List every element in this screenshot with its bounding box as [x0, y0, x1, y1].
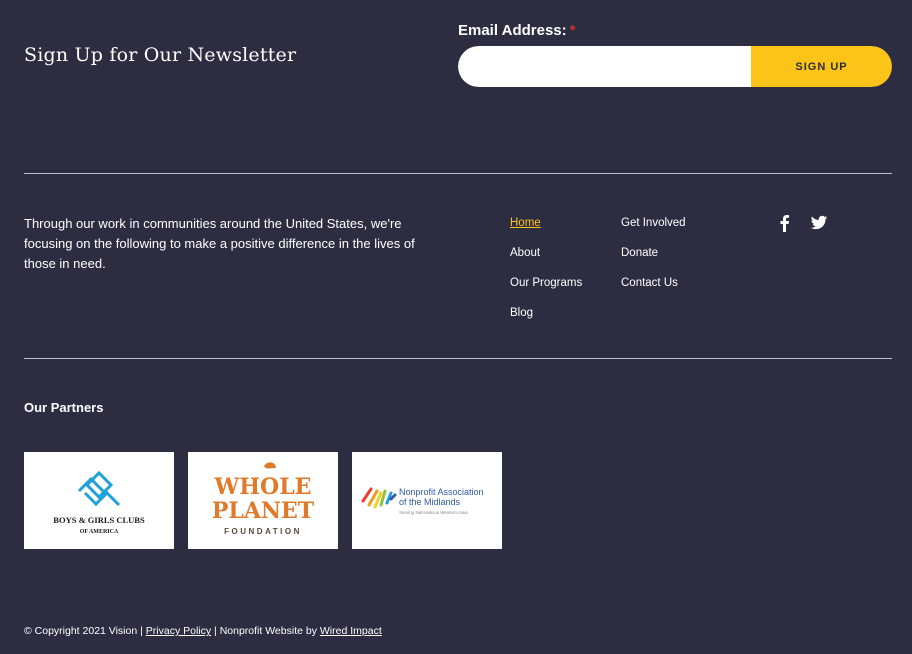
- nav-home[interactable]: Home: [510, 215, 582, 245]
- svg-text:FOUNDATION: FOUNDATION: [224, 527, 302, 536]
- nav-our-programs[interactable]: Our Programs: [510, 275, 582, 305]
- newsletter-title: Sign Up for Our Newsletter: [24, 44, 297, 66]
- email-input[interactable]: [458, 46, 751, 87]
- divider: [24, 358, 892, 359]
- whole-planet-logo[interactable]: WHOLE PLANET FOUNDATION: [188, 452, 338, 549]
- nonprofit-association-logo[interactable]: Nonprofit Association of the Midlands Se…: [352, 452, 502, 549]
- partners-title: Our Partners: [24, 400, 104, 415]
- nav-get-involved[interactable]: Get Involved: [621, 215, 686, 245]
- nav-about[interactable]: About: [510, 245, 582, 275]
- wired-impact-link[interactable]: Wired Impact: [320, 625, 382, 637]
- svg-text:of the Midlands: of the Midlands: [399, 497, 461, 507]
- nav-blog[interactable]: Blog: [510, 305, 582, 335]
- newsletter-form: SIGN UP: [458, 46, 892, 87]
- svg-text:BOYS & GIRLS CLUBS: BOYS & GIRLS CLUBS: [53, 515, 145, 525]
- privacy-policy-link[interactable]: Privacy Policy: [146, 625, 211, 637]
- svg-text:OF AMERICA: OF AMERICA: [80, 529, 119, 535]
- nav-donate[interactable]: Donate: [621, 245, 686, 275]
- svg-text:Serving Nebraska & Western Iow: Serving Nebraska & Western Iowa: [399, 510, 468, 515]
- twitter-icon[interactable]: [810, 214, 828, 232]
- mission-text: Through our work in communities around t…: [24, 216, 415, 271]
- email-label-text: Email Address:: [458, 22, 567, 39]
- footer-nav-col2: Get Involved Donate Contact Us: [621, 215, 686, 305]
- social-links: [776, 214, 828, 232]
- svg-text:WHOLE: WHOLE: [214, 474, 312, 500]
- copyright-text: © Copyright 2021 Vision |: [24, 625, 143, 637]
- copyright-bar: © Copyright 2021 Vision | Privacy Policy…: [24, 625, 382, 637]
- required-marker: *: [569, 22, 576, 39]
- boys-girls-clubs-logo[interactable]: BOYS & GIRLS CLUBS OF AMERICA: [24, 452, 174, 549]
- divider: [24, 173, 892, 174]
- svg-text:PLANET: PLANET: [212, 498, 315, 524]
- footer-nav-col1: Home About Our Programs Blog: [510, 215, 582, 335]
- email-label: Email Address: *: [458, 22, 576, 39]
- nav-contact-us[interactable]: Contact Us: [621, 275, 686, 305]
- signup-button[interactable]: SIGN UP: [751, 46, 892, 87]
- facebook-icon[interactable]: [776, 214, 794, 232]
- website-credit-text: | Nonprofit Website by: [214, 625, 317, 637]
- svg-text:Nonprofit Association: Nonprofit Association: [399, 487, 484, 497]
